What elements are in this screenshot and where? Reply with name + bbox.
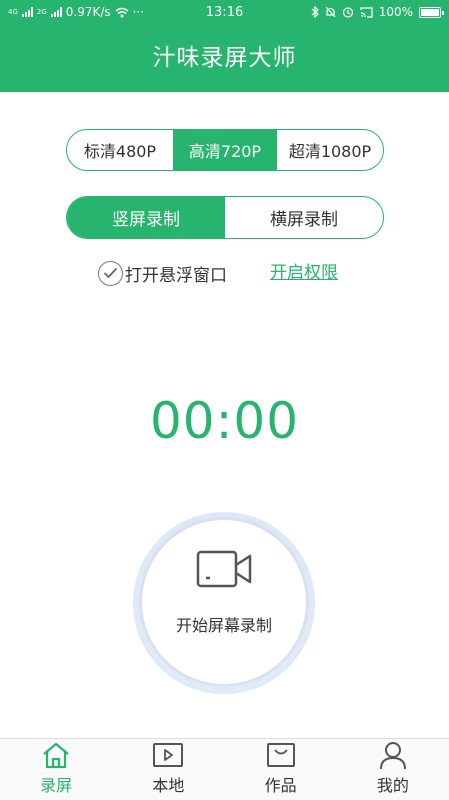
works-box-icon	[266, 743, 295, 767]
play-box-icon	[153, 743, 184, 767]
mute-bell-icon	[325, 6, 336, 18]
enable-permission-link[interactable]: 开启权限	[270, 259, 338, 287]
signal-icon	[21, 7, 33, 17]
tab-local[interactable]: 本地	[112, 739, 224, 800]
floating-window-label: 打开悬浮窗口	[125, 265, 227, 286]
cast-icon	[360, 6, 373, 18]
check-icon[interactable]	[98, 260, 123, 286]
tab-works[interactable]: 作品	[225, 739, 337, 800]
network-speed: 0.97K/s	[65, 5, 111, 19]
battery-percent: 100%	[378, 5, 413, 19]
battery-icon	[419, 6, 444, 18]
status-right: 100%	[311, 5, 444, 19]
tab-label: 录屏	[40, 776, 73, 795]
tab-label: 本地	[152, 776, 185, 795]
status-left: 4G 2G 0.97K/s ···	[8, 5, 311, 19]
tab-label: 我的	[376, 776, 409, 795]
quality-option-1080p[interactable]: 超清1080P	[277, 130, 383, 170]
quality-selector: 标清480P 高清720P 超清1080P	[66, 129, 384, 171]
tab-record[interactable]: 录屏	[0, 739, 112, 800]
user-icon	[379, 742, 406, 770]
orientation-landscape[interactable]: 横屏录制	[225, 197, 383, 238]
video-camera-icon	[196, 550, 252, 588]
start-recording-button[interactable]: 开始屏幕录制	[141, 519, 307, 685]
more-dots: ···	[132, 5, 145, 19]
net-2g-label: 2G	[36, 7, 47, 16]
orientation-selector: 竖屏录制 横屏录制	[66, 196, 384, 239]
wifi-icon	[115, 7, 129, 17]
quality-option-720p[interactable]: 高清720P	[173, 130, 277, 170]
signal-icon-2	[50, 7, 62, 17]
bottom-tab-bar: 录屏 本地 作品 我的	[0, 738, 449, 800]
quality-option-480p[interactable]: 标清480P	[67, 130, 173, 170]
recording-timer: 00:00	[149, 392, 300, 450]
net-4g-label: 4G	[8, 7, 18, 16]
tab-label: 作品	[264, 776, 297, 795]
bluetooth-icon	[311, 6, 319, 18]
page-title: 汁味录屏大师	[152, 45, 297, 71]
floating-window-option: 打开悬浮窗口	[98, 259, 227, 287]
home-icon	[43, 742, 69, 769]
start-recording-label: 开始屏幕录制	[175, 616, 272, 635]
app-header: 4G 2G 0.97K/s ··· 13:16 100% 汁味录屏大师	[0, 0, 449, 92]
tab-mine[interactable]: 我的	[337, 739, 449, 800]
status-bar: 4G 2G 0.97K/s ··· 13:16 100%	[0, 0, 449, 24]
orientation-portrait[interactable]: 竖屏录制	[67, 197, 225, 238]
alarm-icon	[342, 7, 353, 18]
